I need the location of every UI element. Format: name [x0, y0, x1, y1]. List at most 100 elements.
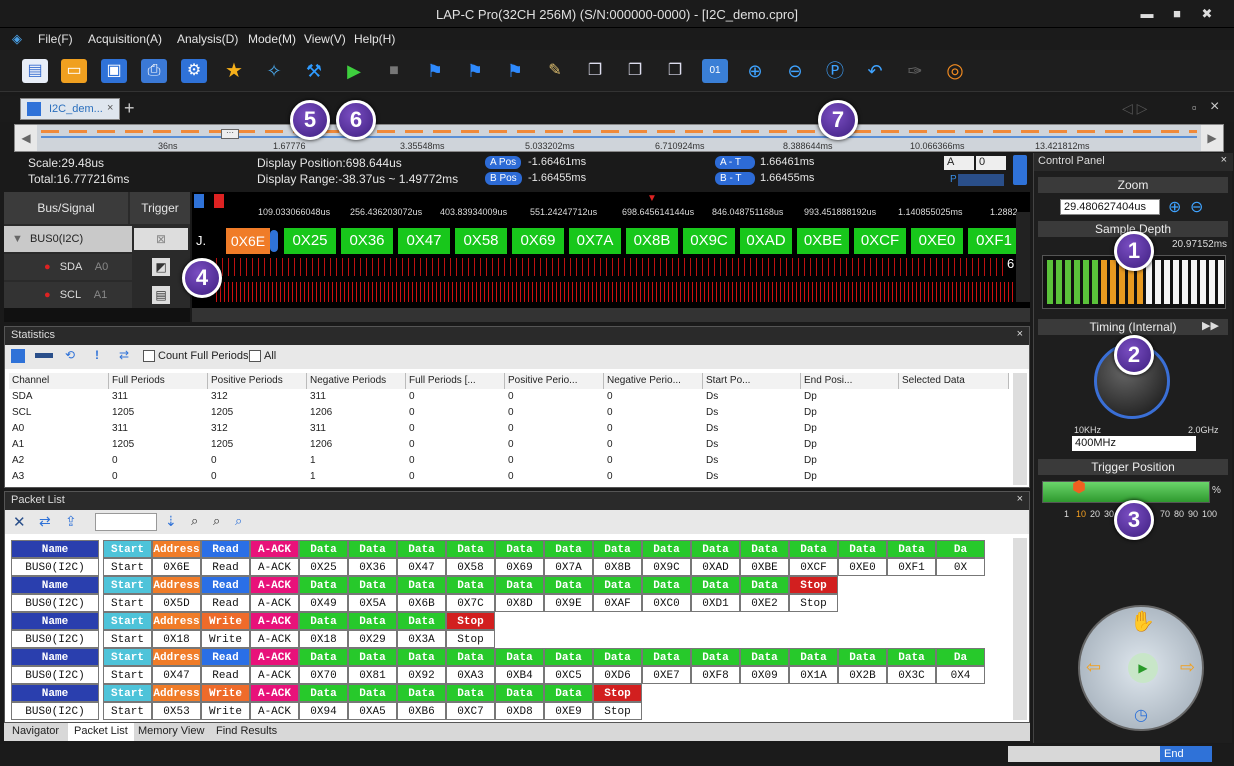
- packet-field-value[interactable]: 0X18: [299, 630, 348, 648]
- data-packet[interactable]: 0XE0: [911, 228, 963, 254]
- tab-packet-list[interactable]: Packet List: [68, 723, 134, 741]
- scroll-right-icon[interactable]: ⇨: [1180, 657, 1195, 678]
- data-packet[interactable]: 0X47: [398, 228, 450, 254]
- packet-field-value[interactable]: 0X7C: [446, 594, 495, 612]
- packet-field-value[interactable]: 0X92: [397, 666, 446, 684]
- packet-field-value[interactable]: Write: [201, 630, 250, 648]
- tab-nav-arrows-icon[interactable]: ◁ ▷: [1122, 100, 1147, 117]
- packet-field-value[interactable]: 0XE2: [740, 594, 789, 612]
- export-icon[interactable]: ⇪: [65, 513, 77, 530]
- data-packet[interactable]: 0X7A: [569, 228, 621, 254]
- depth-bar[interactable]: [1182, 260, 1188, 304]
- menu-file[interactable]: File(F): [38, 32, 73, 46]
- menu-acquisition[interactable]: Acquisition(A): [88, 32, 162, 46]
- packet-field-value[interactable]: 0X2B: [838, 666, 887, 684]
- bus0-row[interactable]: ▼ BUS0(I2C): [4, 226, 132, 252]
- packet-field-value[interactable]: Read: [201, 558, 250, 576]
- packet-field-value[interactable]: Start: [103, 666, 152, 684]
- packet-field-value[interactable]: 0X8B: [593, 558, 642, 576]
- control-panel-close-icon[interactable]: ×: [1221, 154, 1227, 166]
- close-document-icon[interactable]: ×: [1210, 98, 1219, 116]
- sda-trigger-edge-icon[interactable]: ◩: [152, 258, 170, 276]
- overview-navigator[interactable]: ◀ ▶ ··· 36ns 1.67776 3.35548ms 5.033202m…: [14, 124, 1224, 152]
- bus-trigger-none-icon[interactable]: ⊠: [134, 228, 188, 250]
- packet-field-value[interactable]: 0XCF: [789, 558, 838, 576]
- zoom-in-icon[interactable]: ⊕: [742, 59, 768, 83]
- zoom-out-icon[interactable]: ⊖: [782, 59, 808, 83]
- depth-bar[interactable]: [1146, 260, 1152, 304]
- find-icon[interactable]: ⌕: [191, 513, 198, 529]
- packet-field-value[interactable]: A-ACK: [250, 666, 299, 684]
- packet-field-value[interactable]: 0XE7: [642, 666, 691, 684]
- collapse-arrow-icon[interactable]: ▼: [12, 233, 23, 245]
- data-packet[interactable]: 0X69: [512, 228, 564, 254]
- device-settings-icon[interactable]: ✧: [261, 59, 287, 83]
- cursor-a-select[interactable]: A: [944, 156, 974, 170]
- print-icon[interactable]: ⎙: [141, 59, 167, 83]
- minimize-button[interactable]: ▬: [1136, 6, 1158, 22]
- statistics-column-header[interactable]: Full Periods [...: [406, 373, 505, 389]
- packet-field-value[interactable]: Read: [201, 666, 250, 684]
- scroll-left-arrow[interactable]: ◀: [15, 125, 37, 151]
- data-packet[interactable]: 0X9C: [683, 228, 735, 254]
- packet-field-value[interactable]: 0X8D: [495, 594, 544, 612]
- add-marker-icon[interactable]: ⚑: [422, 59, 448, 83]
- sync-icon[interactable]: ⇄: [119, 348, 129, 362]
- stop-icon[interactable]: ■: [381, 59, 407, 83]
- packet-field-value[interactable]: BUS0(I2C): [11, 594, 99, 612]
- save-settings-icon[interactable]: ⚙: [181, 59, 207, 83]
- tools-icon[interactable]: ⚒: [301, 59, 327, 83]
- packet-field-value[interactable]: 0X1A: [789, 666, 838, 684]
- open-folder-icon[interactable]: ▭: [61, 59, 87, 83]
- packet-field-value[interactable]: 0XA5: [348, 702, 397, 720]
- address-packet[interactable]: 0X6E: [226, 228, 270, 254]
- statistics-column-header[interactable]: Negative Periods: [307, 373, 406, 389]
- packet-field-value[interactable]: 0XD8: [495, 702, 544, 720]
- packet-field-value[interactable]: 0X94: [299, 702, 348, 720]
- packet-field-value[interactable]: 0X58: [446, 558, 495, 576]
- scl-trigger-icon[interactable]: ▤: [152, 286, 170, 304]
- depth-bar[interactable]: [1056, 260, 1062, 304]
- restore-icon[interactable]: ▫: [1192, 100, 1197, 115]
- waveform-view[interactable]: ▼ 109.033066048us 256.436203072us 403.83…: [192, 192, 1030, 322]
- packet-field-value[interactable]: 0X9E: [544, 594, 593, 612]
- find-previous-icon[interactable]: ⌕: [213, 513, 220, 529]
- p-value-field[interactable]: [958, 174, 1004, 186]
- packet-field-value[interactable]: 0X: [936, 558, 985, 576]
- tab-navigator[interactable]: Navigator: [6, 723, 65, 741]
- cursor-a-flag-icon[interactable]: [194, 194, 204, 208]
- statistics-column-header[interactable]: Start Po...: [703, 373, 801, 389]
- packet-field-value[interactable]: 0XF1: [887, 558, 936, 576]
- packet-field-value[interactable]: 0XB4: [495, 666, 544, 684]
- expand-icon[interactable]: ▶▶: [1202, 319, 1219, 332]
- depth-bar[interactable]: [1047, 260, 1053, 304]
- statistics-close-icon[interactable]: ×: [1017, 328, 1023, 340]
- packet-field-value[interactable]: 0XE9: [544, 702, 593, 720]
- packet-field-value[interactable]: 0X5D: [152, 594, 201, 612]
- refresh-icon[interactable]: ⟲: [65, 348, 75, 362]
- data-packet[interactable]: 0XCF: [854, 228, 906, 254]
- depth-bar[interactable]: [1173, 260, 1179, 304]
- add-tab-button[interactable]: +: [124, 98, 135, 119]
- maximize-button[interactable]: ■: [1166, 6, 1188, 22]
- binary-view-icon[interactable]: 01: [702, 59, 728, 83]
- tab-close-icon[interactable]: ×: [107, 102, 113, 114]
- depth-bar[interactable]: [1065, 260, 1071, 304]
- zoom-position-icon[interactable]: Ⓟ: [822, 59, 848, 83]
- packet-field-value[interactable]: 0X7A: [544, 558, 593, 576]
- trigger-position-slider[interactable]: [1042, 481, 1210, 503]
- statistics-column-header[interactable]: Channel: [9, 373, 109, 389]
- packet-field-value[interactable]: A-ACK: [250, 594, 299, 612]
- overview-thumb[interactable]: ···: [221, 129, 239, 139]
- sda-row[interactable]: ● SDA A0: [4, 254, 132, 280]
- sort-icon[interactable]: ⇣: [165, 513, 177, 530]
- packet-field-value[interactable]: 0X3A: [397, 630, 446, 648]
- packet-field-value[interactable]: BUS0(I2C): [11, 702, 99, 720]
- packet-field-value[interactable]: 0X6B: [397, 594, 446, 612]
- packet-field-value[interactable]: 0XE0: [838, 558, 887, 576]
- packet-field-value[interactable]: 0X69: [495, 558, 544, 576]
- packet-field-value[interactable]: Stop: [789, 594, 838, 612]
- run-icon[interactable]: ▶: [341, 59, 367, 83]
- measure-icon[interactable]: ✎: [542, 59, 568, 83]
- depth-bar[interactable]: [1101, 260, 1107, 304]
